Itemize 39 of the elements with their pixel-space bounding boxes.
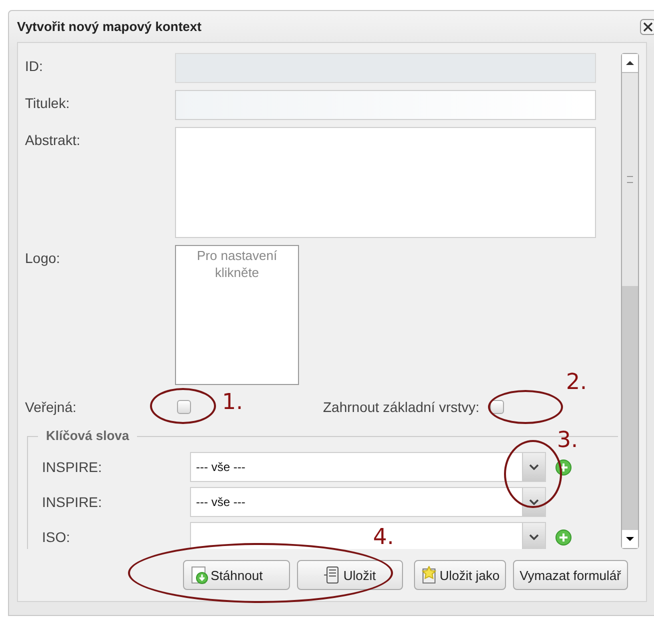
star-document-icon xyxy=(420,566,438,584)
download-icon xyxy=(190,566,209,584)
field-label: Titulek: xyxy=(25,94,71,111)
field-label: INSPIRE: xyxy=(41,459,103,475)
annotation-number: 2. xyxy=(566,371,587,395)
field-label: Logo: xyxy=(25,249,62,266)
dropdown-field[interactable]: --- vše --- xyxy=(190,452,546,482)
scroll-down-icon[interactable] xyxy=(625,536,635,542)
field-label: ID: xyxy=(25,57,44,74)
logo-area[interactable]: Pro nastavení klikněte xyxy=(175,245,299,385)
annotation-number: 1. xyxy=(222,391,243,415)
field-label: Abstrakt: xyxy=(25,131,82,148)
checkbox[interactable] xyxy=(490,400,504,414)
annotation-number: 4. xyxy=(373,526,394,550)
chevron-down-icon xyxy=(529,464,539,470)
checkbox[interactable] xyxy=(177,400,191,414)
text-field[interactable] xyxy=(175,90,596,120)
form-button[interactable]: Vymazat formulář xyxy=(512,560,628,590)
document-icon xyxy=(323,566,342,584)
annotation-number: 3. xyxy=(557,429,578,453)
annotation-ellipse xyxy=(150,388,216,424)
chevron-down-icon xyxy=(529,499,539,505)
dropdown-field[interactable] xyxy=(190,522,546,549)
scrollbar[interactable] xyxy=(621,53,639,549)
form-button[interactable]: Stáhnout xyxy=(182,560,290,590)
form-button[interactable]: Uložit xyxy=(296,560,403,590)
checkbox-label: Veřejná: xyxy=(25,399,78,415)
field-label: INSPIRE: xyxy=(41,494,103,510)
dialog-title: Vytvořit nový mapový kontext xyxy=(17,19,202,34)
chevron-down-icon xyxy=(529,534,539,540)
close-icon[interactable] xyxy=(640,19,654,35)
field-label: ISO: xyxy=(41,529,72,545)
checkbox-label: Zahrnout základní vrstvy: xyxy=(323,399,480,415)
dropdown-field[interactable]: --- vše --- xyxy=(190,487,546,517)
group-legend: Klíčová slova xyxy=(38,428,138,443)
scroll-up-icon[interactable] xyxy=(625,60,635,66)
form-button[interactable]: Uložit jako xyxy=(414,560,506,590)
add-icon[interactable] xyxy=(555,458,572,476)
logo-hint: Pro nastavení klikněte xyxy=(196,247,278,281)
